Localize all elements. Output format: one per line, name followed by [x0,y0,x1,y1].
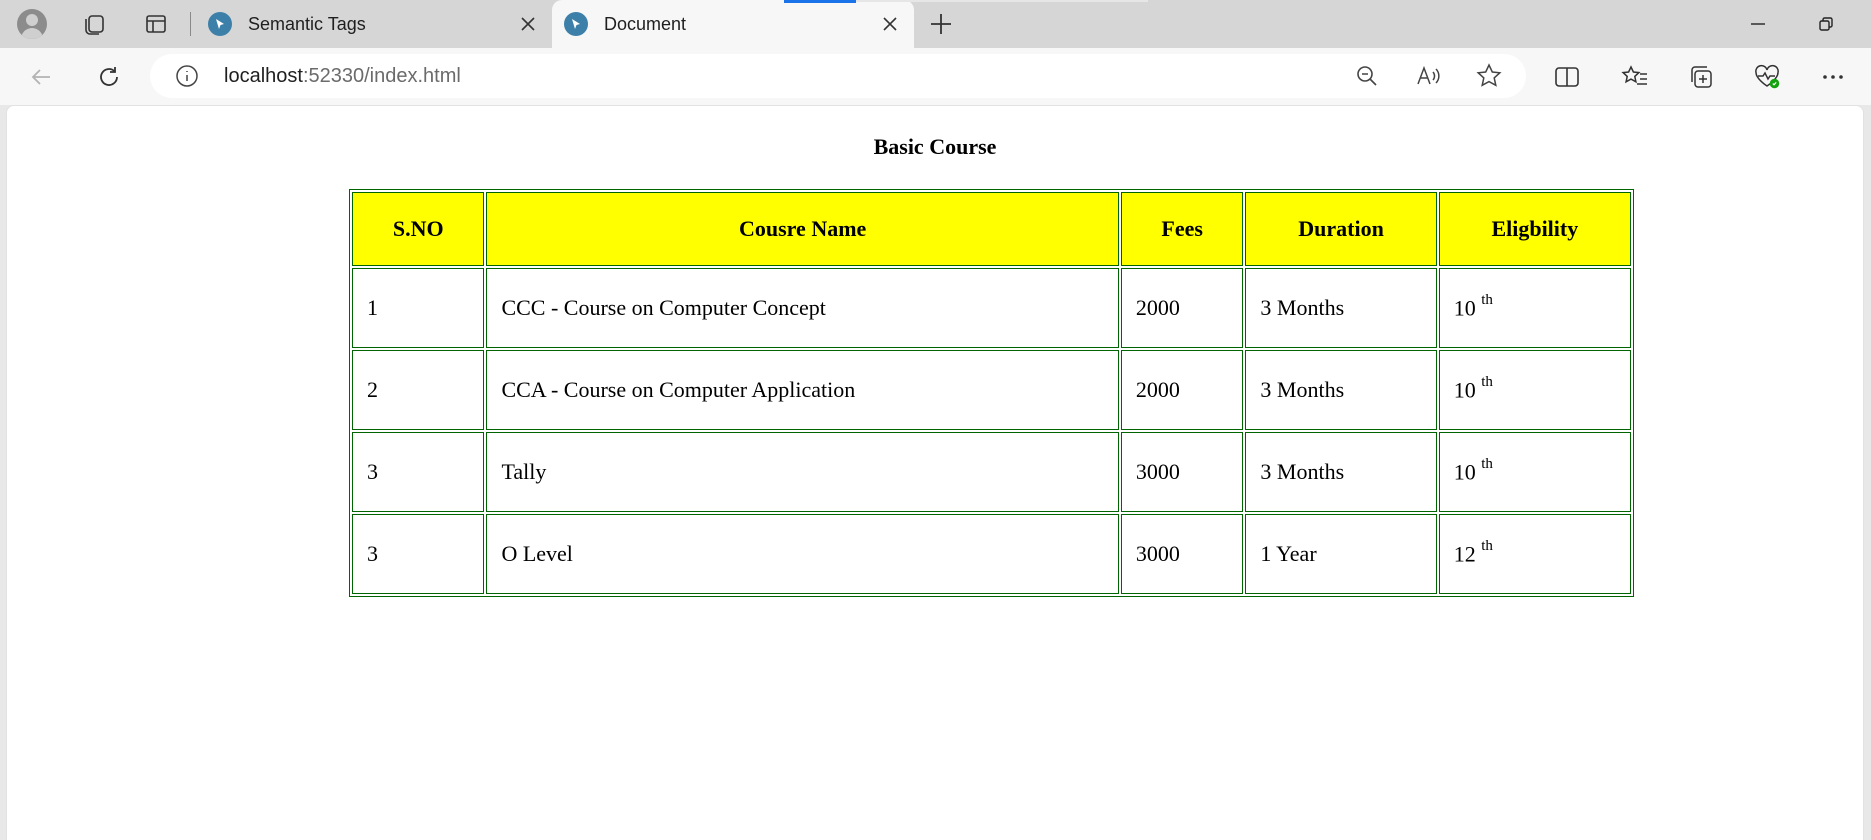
workspaces-button[interactable] [76,6,112,42]
eligibility-suffix: th [1481,537,1493,554]
profile-icon [17,9,47,39]
page-title: Basic Course [873,134,997,159]
address-bar[interactable]: localhost:52330/index.html [150,54,1526,98]
back-arrow-icon [31,69,50,85]
split-screen-button[interactable] [1548,58,1586,96]
tab-actions-icon [146,15,166,33]
workspaces-icon [85,15,104,35]
eligibility-suffix: th [1481,455,1493,472]
read-aloud-icon [1417,65,1440,85]
profile-avatar[interactable] [14,6,50,42]
eligibility-value: 12 [1453,541,1476,567]
restore-icon [1819,17,1833,31]
eligibility-suffix: th [1481,373,1493,390]
add-favorite-button[interactable] [1474,61,1504,91]
restore-button[interactable] [1792,0,1860,48]
page-loading-indicator [784,0,856,3]
url-host: localhost [224,65,303,87]
info-icon [176,65,198,87]
browser-toolbar: localhost:52330/index.html [0,48,1871,105]
cell-course-name: CCA - Course on Computer Application [486,350,1119,430]
zoom-out-icon [1357,66,1377,86]
tab-document[interactable]: Document [552,0,914,48]
cell-course-name: CCC - Course on Computer Concept [486,268,1119,348]
eligibility-value: 10 [1453,295,1476,321]
close-icon [521,17,535,31]
tab-close-button[interactable] [876,10,904,38]
back-button[interactable] [22,58,60,96]
tab-strip: Semantic Tags Document [0,0,1871,48]
minimize-icon [1751,23,1765,25]
site-favicon-icon [564,12,588,36]
course-table: S.NO Cousre Name Fees Duration Eligbilit… [349,189,1634,597]
column-header-fees: Fees [1120,192,1244,266]
cell-sno: 3 [352,432,485,512]
cell-fees: 3000 [1120,432,1244,512]
table-row: 2 CCA - Course on Computer Application 2… [352,350,1631,430]
page-loading-track [856,0,1148,2]
cell-eligibility: 10 th [1438,350,1631,430]
zoom-button[interactable] [1352,61,1382,91]
eligibility-value: 10 [1453,377,1476,403]
read-aloud-button[interactable] [1414,61,1444,91]
cell-course-name: O Level [486,514,1119,594]
column-header-eligibility: Eligbility [1438,192,1631,266]
settings-and-more-button[interactable] [1814,58,1852,96]
refresh-button[interactable] [90,58,128,96]
split-screen-icon [1555,67,1579,87]
cell-duration: 3 Months [1245,268,1437,348]
browser-essentials-button[interactable] [1748,58,1786,96]
eligibility-value: 10 [1453,459,1476,485]
cell-course-name: Tally [486,432,1119,512]
cell-eligibility: 10 th [1438,432,1631,512]
star-icon [1476,63,1502,87]
eligibility-suffix: th [1481,291,1493,308]
cell-duration: 1 Year [1245,514,1437,594]
cell-eligibility: 10 th [1438,268,1631,348]
plus-icon [931,14,951,34]
favorites-button[interactable] [1616,58,1654,96]
column-header-duration: Duration [1245,192,1437,266]
tab-actions-button[interactable] [138,6,174,42]
cell-duration: 3 Months [1245,350,1437,430]
url-text[interactable]: localhost:52330/index.html [224,65,461,88]
table-header-row: S.NO Cousre Name Fees Duration Eligbilit… [352,192,1631,266]
page-viewport: Basic Course S.NO Cousre Name Fees Durat… [6,105,1864,840]
cell-sno: 1 [352,268,485,348]
cell-sno: 2 [352,350,485,430]
collections-button[interactable] [1682,58,1720,96]
new-tab-button[interactable] [922,6,960,42]
url-path: :52330/index.html [302,65,461,87]
tab-strip-divider [190,12,191,36]
favorites-list-icon [1621,65,1647,85]
refresh-icon [100,67,118,86]
more-options-icon [1823,75,1843,79]
close-icon [883,17,897,31]
tab-title: Document [604,13,687,34]
collections-icon [1691,66,1712,88]
cell-fees: 2000 [1120,268,1244,348]
cell-sno: 3 [352,514,485,594]
tab-close-button[interactable] [514,10,542,38]
minimize-button[interactable] [1724,0,1792,48]
cell-eligibility: 12 th [1438,514,1631,594]
cell-fees: 2000 [1120,350,1244,430]
cell-fees: 3000 [1120,514,1244,594]
table-row: 1 CCC - Course on Computer Concept 2000 … [352,268,1631,348]
tab-title: Semantic Tags [248,13,366,34]
heart-pulse-icon [1755,64,1780,89]
column-header-course-name: Cousre Name [486,192,1119,266]
tab-semantic-tags[interactable]: Semantic Tags [196,0,552,48]
table-row: 3 O Level 3000 1 Year 12 th [352,514,1631,594]
cell-duration: 3 Months [1245,432,1437,512]
table-row: 3 Tally 3000 3 Months 10 th [352,432,1631,512]
site-info-button[interactable] [172,61,202,91]
column-header-sno: S.NO [352,192,485,266]
site-favicon-icon [208,12,232,36]
